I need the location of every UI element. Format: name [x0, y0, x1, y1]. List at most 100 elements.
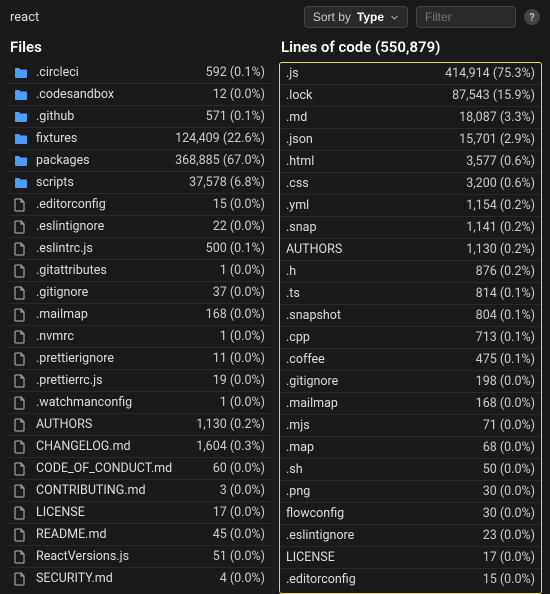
file-name: CONTRIBUTING.md [36, 483, 220, 498]
file-row[interactable]: CODE_OF_CONDUCT.md60 (0.0%) [8, 458, 271, 480]
loc-ext: .map [286, 440, 483, 455]
loc-row[interactable]: .snap1,141 (0.2%) [280, 217, 541, 239]
file-row[interactable]: .nvmrc1 (0.0%) [8, 326, 271, 348]
loc-row[interactable]: .mailmap168 (0.0%) [280, 393, 541, 415]
file-name: .nvmrc [36, 329, 220, 344]
loc-row[interactable]: .css3,200 (0.6%) [280, 173, 541, 195]
loc-row[interactable]: .eslintignore23 (0.0%) [280, 525, 541, 547]
file-stat: 4 (0.0%) [220, 571, 265, 586]
file-row[interactable]: CHANGELOG.md1,604 (0.3%) [8, 436, 271, 458]
file-name: .prettierrc.js [36, 373, 213, 388]
file-row[interactable]: .eslintrc.js500 (0.1%) [8, 238, 271, 260]
loc-row[interactable]: .ts814 (0.1%) [280, 283, 541, 305]
loc-row[interactable]: .snapshot804 (0.1%) [280, 305, 541, 327]
file-row[interactable]: .mailmap168 (0.0%) [8, 304, 271, 326]
loc-row[interactable]: .sh50 (0.0%) [280, 459, 541, 481]
folder-icon [14, 67, 30, 79]
file-stat: 1,130 (0.2%) [196, 417, 265, 432]
file-row[interactable]: .watchmanconfig1 (0.0%) [8, 392, 271, 414]
loc-stat: 168 (0.0%) [476, 396, 535, 411]
file-row[interactable]: .circleci592 (0.1%) [8, 62, 271, 84]
file-row[interactable]: AUTHORS1,130 (0.2%) [8, 414, 271, 436]
file-stat: 3 (0.0%) [220, 483, 265, 498]
loc-stat: 23 (0.0%) [483, 528, 535, 543]
file-stat: 592 (0.1%) [206, 65, 265, 80]
file-stat: 571 (0.1%) [206, 109, 265, 124]
file-icon [14, 286, 30, 300]
file-row[interactable]: .github571 (0.1%) [8, 106, 271, 128]
repo-name: react [10, 10, 296, 25]
loc-stat: 15 (0.0%) [483, 572, 535, 587]
file-name: LICENSE [36, 505, 213, 520]
file-stat: 168 (0.0%) [206, 307, 265, 322]
file-row[interactable]: ReactVersions.js51 (0.0%) [8, 546, 271, 568]
file-name: README.md [36, 527, 213, 542]
file-row[interactable]: CONTRIBUTING.md3 (0.0%) [8, 480, 271, 502]
loc-row[interactable]: .editorconfig15 (0.0%) [280, 569, 541, 591]
file-stat: 15 (0.0%) [213, 197, 265, 212]
loc-row[interactable]: .js414,914 (75.3%) [280, 63, 541, 85]
file-row[interactable]: .prettierignore11 (0.0%) [8, 348, 271, 370]
loc-row[interactable]: AUTHORS1,130 (0.2%) [280, 239, 541, 261]
file-row[interactable]: .gitignore37 (0.0%) [8, 282, 271, 304]
loc-row[interactable]: .png30 (0.0%) [280, 481, 541, 503]
file-name: .codesandbox [36, 87, 213, 102]
loc-row[interactable]: .yml1,154 (0.2%) [280, 195, 541, 217]
file-stat: 12 (0.0%) [213, 87, 265, 102]
file-row[interactable]: .eslintignore22 (0.0%) [8, 216, 271, 238]
loc-ext: .ts [286, 286, 476, 301]
loc-row[interactable]: LICENSE17 (0.0%) [280, 547, 541, 569]
loc-ext: .editorconfig [286, 572, 483, 587]
loc-ext: .snap [286, 220, 466, 235]
loc-stat: 1,141 (0.2%) [466, 220, 535, 235]
loc-row[interactable]: .json15,701 (2.9%) [280, 129, 541, 151]
file-icon [14, 572, 30, 586]
file-row[interactable]: .prettierrc.js19 (0.0%) [8, 370, 271, 392]
loc-row[interactable]: .mjs71 (0.0%) [280, 415, 541, 437]
file-row[interactable]: fixtures124,409 (22.6%) [8, 128, 271, 150]
files-header: Files [8, 34, 271, 62]
loc-row[interactable]: .gitignore198 (0.0%) [280, 371, 541, 393]
loc-stat: 3,200 (0.6%) [466, 176, 535, 191]
file-stat: 22 (0.0%) [213, 219, 265, 234]
loc-ext: AUTHORS [286, 242, 466, 257]
loc-stat: 30 (0.0%) [483, 484, 535, 499]
file-row[interactable]: .codesandbox12 (0.0%) [8, 84, 271, 106]
loc-row[interactable]: flowconfig30 (0.0%) [280, 503, 541, 525]
file-stat: 500 (0.1%) [206, 241, 265, 256]
file-name: .mailmap [36, 307, 206, 322]
loc-row[interactable]: .h876 (0.2%) [280, 261, 541, 283]
file-name: packages [36, 153, 175, 168]
file-row[interactable]: .gitattributes1 (0.0%) [8, 260, 271, 282]
file-stat: 1,604 (0.3%) [196, 439, 265, 454]
sort-button[interactable]: Sort by Type [304, 6, 408, 28]
loc-stat: 804 (0.1%) [476, 308, 535, 323]
loc-row[interactable]: .md18,087 (3.3%) [280, 107, 541, 129]
loc-row[interactable]: .cpp713 (0.1%) [280, 327, 541, 349]
loc-stat: 1,154 (0.2%) [466, 198, 535, 213]
file-row[interactable]: LICENSE17 (0.0%) [8, 502, 271, 524]
loc-ext: .js [286, 66, 445, 81]
loc-row[interactable]: .map68 (0.0%) [280, 437, 541, 459]
file-row[interactable]: SECURITY.md4 (0.0%) [8, 568, 271, 590]
loc-row[interactable]: .coffee475 (0.1%) [280, 349, 541, 371]
file-row[interactable]: .editorconfig15 (0.0%) [8, 194, 271, 216]
loc-ext: .h [286, 264, 476, 279]
file-row[interactable]: packages368,885 (67.0%) [8, 150, 271, 172]
loc-stat: 3,577 (0.6%) [466, 154, 535, 169]
loc-row[interactable]: .html3,577 (0.6%) [280, 151, 541, 173]
file-name: fixtures [36, 131, 175, 146]
file-icon [14, 528, 30, 542]
loc-row[interactable]: .lock87,543 (15.9%) [280, 85, 541, 107]
file-name: SECURITY.md [36, 571, 220, 586]
file-row[interactable]: scripts37,578 (6.8%) [8, 172, 271, 194]
file-row[interactable]: README.md45 (0.0%) [8, 524, 271, 546]
file-name: ReactVersions.js [36, 549, 213, 564]
help-icon[interactable]: ? [524, 9, 540, 25]
file-stat: 1 (0.0%) [220, 263, 265, 278]
sort-prefix: Sort by [313, 10, 351, 24]
file-stat: 19 (0.0%) [213, 373, 265, 388]
file-stat: 51 (0.0%) [213, 549, 265, 564]
filter-input[interactable] [416, 6, 516, 28]
loc-ext: .json [286, 132, 459, 147]
